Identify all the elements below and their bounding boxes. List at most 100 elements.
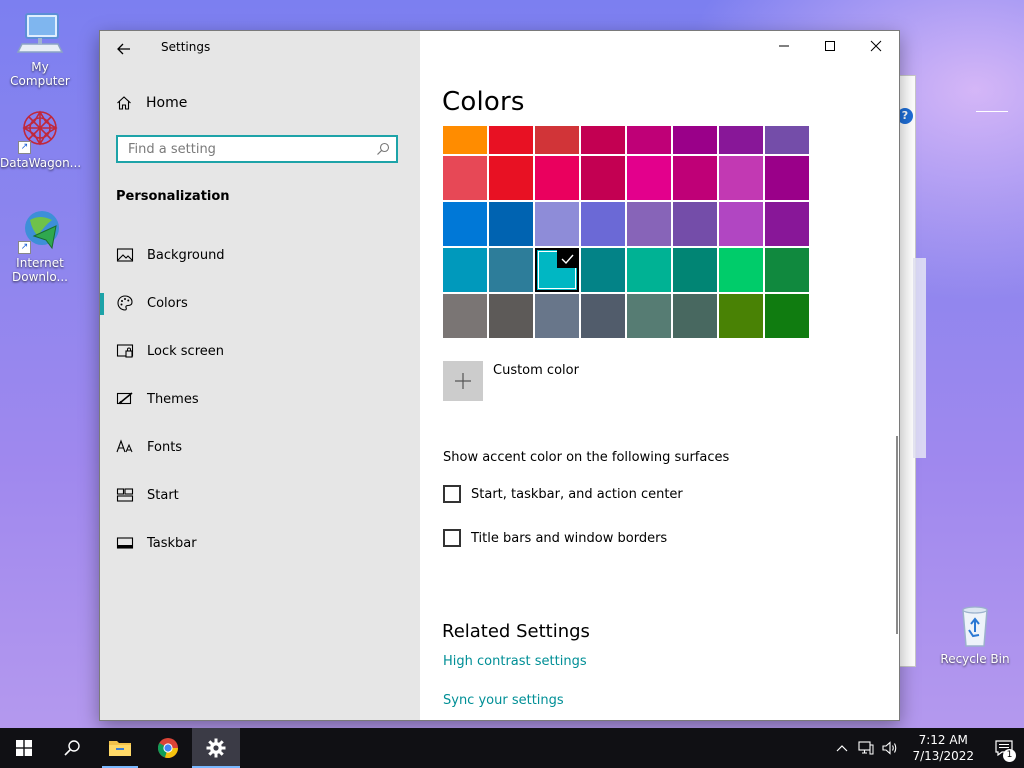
taskbar-clock[interactable]: 7:12 AM 7/13/2022 — [912, 732, 974, 764]
color-swatch[interactable] — [489, 156, 533, 200]
high-contrast-link[interactable]: High contrast settings — [443, 654, 587, 669]
color-swatch[interactable] — [443, 126, 487, 154]
nav-item-fonts[interactable]: Fonts — [100, 423, 420, 471]
file-explorer-button[interactable] — [96, 728, 144, 768]
color-swatch[interactable] — [719, 126, 763, 154]
settings-taskbar-button[interactable] — [192, 728, 240, 768]
color-swatch[interactable] — [535, 248, 579, 292]
color-swatch[interactable] — [627, 202, 671, 246]
color-swatch[interactable] — [765, 294, 809, 338]
color-swatch[interactable] — [581, 126, 625, 154]
desktop-icon-datawagon[interactable]: ↗ DataWagon... — [0, 106, 82, 170]
color-swatch[interactable] — [443, 248, 487, 292]
checkbox-title-bars[interactable]: Title bars and window borders — [443, 529, 667, 547]
color-swatch[interactable] — [581, 248, 625, 292]
brush-icon — [116, 390, 134, 408]
minimize-icon — [779, 45, 789, 47]
color-swatch[interactable] — [581, 294, 625, 338]
background-window-panel — [913, 258, 926, 458]
color-swatch[interactable] — [719, 202, 763, 246]
sync-settings-link[interactable]: Sync your settings — [443, 693, 564, 708]
start-icon — [16, 740, 32, 756]
close-button[interactable] — [853, 35, 899, 57]
search-box[interactable] — [116, 135, 398, 163]
custom-color-button[interactable]: Custom color — [443, 361, 579, 401]
color-swatch[interactable] — [765, 248, 809, 292]
color-swatch[interactable] — [765, 126, 809, 154]
color-swatch[interactable] — [765, 202, 809, 246]
start-button[interactable] — [0, 728, 48, 768]
computer-icon — [16, 10, 64, 58]
desktop-icon-internet-download-manager[interactable]: ↗ Internet Downlo... — [0, 206, 80, 284]
color-swatch[interactable] — [627, 294, 671, 338]
desktop-icon-recycle-bin[interactable]: Recycle Bin — [935, 602, 1015, 666]
nav-item-start[interactable]: Start — [100, 471, 420, 519]
color-swatch[interactable] — [443, 294, 487, 338]
nav-item-colors[interactable]: Colors — [100, 279, 420, 327]
nav-item-label: Background — [147, 247, 225, 263]
palette-icon — [116, 294, 134, 312]
volume-icon — [882, 741, 897, 755]
color-swatch[interactable] — [673, 202, 717, 246]
start-layout-icon — [116, 486, 134, 504]
home-icon — [117, 96, 131, 110]
desktop-icon-label: My Computer — [10, 60, 70, 88]
search-icon[interactable] — [376, 142, 390, 156]
nav-item-background[interactable]: Background — [100, 231, 420, 279]
maximize-icon — [825, 41, 835, 51]
network-button[interactable] — [854, 728, 878, 768]
color-swatch[interactable] — [673, 294, 717, 338]
nav-item-themes[interactable]: Themes — [100, 375, 420, 423]
color-swatch[interactable] — [535, 294, 579, 338]
tray-overflow-button[interactable] — [830, 728, 854, 768]
checkbox[interactable] — [443, 529, 461, 547]
nav-item-taskbar[interactable]: Taskbar — [100, 519, 420, 567]
picture-icon — [116, 246, 134, 264]
color-swatch[interactable] — [719, 294, 763, 338]
color-swatch[interactable] — [765, 156, 809, 200]
color-swatch[interactable] — [719, 156, 763, 200]
color-swatch[interactable] — [673, 156, 717, 200]
color-swatch[interactable] — [443, 202, 487, 246]
color-swatch[interactable] — [627, 126, 671, 154]
chrome-button[interactable] — [144, 728, 192, 768]
color-swatch[interactable] — [535, 126, 579, 154]
color-swatch[interactable] — [673, 126, 717, 154]
action-center-button[interactable]: 1 — [984, 728, 1024, 768]
checkbox-start-taskbar[interactable]: Start, taskbar, and action center — [443, 485, 683, 503]
nav-home-label: Home — [146, 95, 188, 111]
desktop-icon-label: DataWagon... — [0, 156, 82, 170]
color-swatch[interactable] — [673, 248, 717, 292]
search-input[interactable] — [118, 137, 368, 161]
minimize-button[interactable] — [761, 35, 807, 57]
color-swatch[interactable] — [489, 248, 533, 292]
nav-home[interactable]: Home — [116, 95, 187, 111]
color-swatch-grid — [443, 126, 811, 339]
color-swatch[interactable] — [489, 202, 533, 246]
plus-icon — [443, 361, 483, 401]
checkbox[interactable] — [443, 485, 461, 503]
vertical-scrollbar[interactable] — [896, 436, 898, 634]
color-swatch[interactable] — [535, 202, 579, 246]
volume-button[interactable] — [878, 728, 902, 768]
color-swatch[interactable] — [443, 156, 487, 200]
color-swatch[interactable] — [489, 126, 533, 154]
color-swatch[interactable] — [581, 202, 625, 246]
desktop-icon-my-computer[interactable]: My Computer — [0, 10, 80, 88]
color-swatch[interactable] — [627, 156, 671, 200]
color-swatch[interactable] — [581, 156, 625, 200]
notification-count-badge: 1 — [1003, 749, 1016, 762]
nav-item-lock-screen[interactable]: Lock screen — [100, 327, 420, 375]
taskbar-search-button[interactable] — [48, 728, 96, 768]
back-button[interactable] — [114, 39, 134, 59]
color-swatch[interactable] — [489, 294, 533, 338]
checkbox-label: Start, taskbar, and action center — [471, 486, 683, 502]
desktop-icon-label: Internet Downlo... — [12, 256, 68, 284]
color-swatch[interactable] — [627, 248, 671, 292]
color-swatch[interactable] — [535, 156, 579, 200]
maximize-button[interactable] — [807, 35, 853, 57]
settings-content-pane: Colors Custom color Show accent color on… — [420, 31, 899, 720]
back-arrow-icon — [117, 43, 130, 55]
nav-item-label: Themes — [147, 391, 199, 407]
color-swatch[interactable] — [719, 248, 763, 292]
